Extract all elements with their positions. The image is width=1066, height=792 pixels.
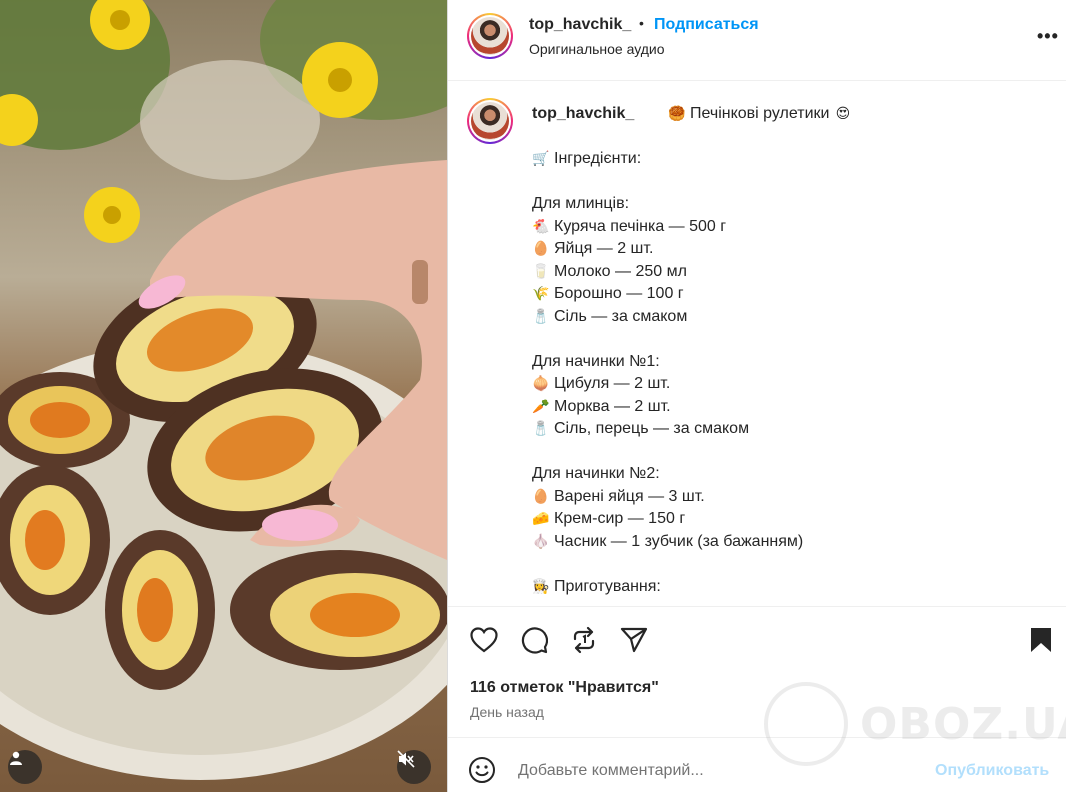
caption-line-text: Для начинки №1: [532,352,660,370]
caption-line: 🌾 Борошно — 100 г [532,283,1052,306]
repost-button[interactable] [568,624,600,656]
caption-line: 🧂 Сіль — за смаком [532,306,1052,329]
caption-line: Для начинки №1: [532,351,1052,374]
bookmark-icon [1031,628,1051,652]
caption-line: 🥕 Морква — 2 шт. [532,396,1052,419]
caption-line-text: Сіль — за смаком [554,307,688,325]
caption-line: Для начинки №2: [532,463,1052,486]
caption-line-text: Куряча печінка — 500 г [554,217,727,235]
heart-eyes-emoji-icon: 😍 [835,106,851,122]
caption-line-emoji-icon: 🛒 [532,151,550,167]
emoji-icon[interactable] [468,756,496,784]
caption-username[interactable]: top_havchik_ [532,105,634,123]
food-photo [0,0,447,792]
caption-avatar[interactable] [467,98,513,144]
caption-line [532,171,1052,194]
comment-input[interactable]: Добавьте комментарий... [518,762,704,780]
caption-line: 🥚 Яйця — 2 шт. [532,238,1052,261]
caption-line-text: Для млинців: [532,195,630,212]
caption-line-emoji-icon: 🧀 [532,511,550,527]
comment-bubble-icon [521,627,548,654]
caption-line-emoji-icon: 🧅 [532,376,550,392]
caption-line-emoji-icon: 🧄 [532,533,550,550]
audio-link[interactable]: Оригинальное аудио [529,41,665,57]
action-bar: 116 отметок "Нравится" День назад [448,606,1066,737]
caption-line-emoji-icon: 👩‍🍳 [532,578,550,595]
author-avatar[interactable] [467,13,513,59]
tagged-users-button[interactable] [8,750,42,784]
repost-icon [573,626,595,654]
caption-line-emoji-icon: 🥛 [532,263,550,280]
caption-line-text: Цибуля — 2 шт. [554,375,671,392]
caption-line: 🧀 Крем-сир — 150 г [532,508,1052,531]
caption-line-text: Часник — 1 зубчик (за бажанням) [554,532,804,550]
user-icon [10,751,22,765]
caption-line-emoji-icon: 🧂 [532,308,550,325]
caption-line-text: Приготування: [554,577,661,595]
post-date: День назад [470,704,544,720]
caption-line: Для млинців: [532,193,1052,216]
paper-plane-icon [620,627,648,653]
caption-line-text: Варені яйця — 3 шт. [554,487,705,505]
caption-line-text: Морква — 2 шт. [554,397,671,415]
post-media[interactable] [0,0,447,792]
caption-line-emoji-icon: 🌾 [532,286,550,302]
caption-line-emoji-icon: 🥚 [532,241,550,257]
caption-line-emoji-icon: 🥚 [532,488,550,505]
caption-line-text: Крем-сир — 150 г [554,510,686,527]
comment-bar: Добавьте комментарий... Опубликовать [448,737,1066,792]
more-options-icon[interactable]: ••• [1037,26,1059,47]
post-comment-button[interactable]: Опубликовать [935,762,1049,780]
speaker-muted-icon [397,750,415,768]
caption-line [532,441,1052,464]
caption-line-text: Яйця — 2 шт. [554,240,654,257]
caption-line: 👩‍🍳 Приготування: [532,576,1052,599]
caption-line-emoji-icon: 🐔 [532,218,550,235]
caption-line: 🧂 Сіль, перець — за смаком [532,418,1052,441]
post-header: top_havchik_ • Подписаться Оригинальное … [448,0,1066,81]
caption-line-emoji-icon: 🥕 [532,398,550,415]
caption-line-text: Молоко — 250 мл [554,262,687,280]
caption-line: 🥛 Молоко — 250 мл [532,261,1052,284]
caption-line-emoji-icon: 🧂 [532,421,550,437]
save-button[interactable] [1025,624,1057,656]
author-username[interactable]: top_havchik_ [529,16,631,34]
post-panel: top_havchik_ • Подписаться Оригинальное … [447,0,1066,792]
caption-text: 🛒 Інгредієнти: Для млинців: 🐔 Куряча печінка… [532,148,1052,598]
likes-count[interactable]: 116 отметок "Нравится" [470,679,659,697]
caption-line [532,553,1052,576]
share-button[interactable] [618,624,650,656]
comment-button[interactable] [518,624,550,656]
caption-line: 🛒 Інгредієнти: [532,148,1052,171]
like-button[interactable] [468,624,500,656]
mute-button[interactable] [397,750,431,784]
caption-line: 🧄 Часник — 1 зубчик (за бажанням) [532,531,1052,554]
separator-dot: • [639,15,644,31]
caption-line: 🥚 Варені яйця — 3 шт. [532,486,1052,509]
heart-icon [470,627,498,653]
caption-line-text: Для начинки №2: [532,465,660,482]
caption-area: top_havchik_ 🥮 Печінкові рулетики 😍 🛒 Інгр… [448,81,1066,606]
caption-line: 🐔 Куряча печінка — 500 г [532,216,1052,239]
caption-line-text: Сіль, перець — за смаком [554,420,750,437]
caption-line: 🧅 Цибуля — 2 шт. [532,373,1052,396]
caption-line-text: Борошно — 100 г [554,285,684,302]
follow-button[interactable]: Подписаться [654,16,759,34]
cake-emoji-icon: 🥮 [668,106,686,122]
caption-title: 🥮 Печінкові рулетики 😍 [668,105,856,123]
caption-line [532,328,1052,351]
caption-line-text: Інгредієнти: [554,150,642,167]
caption-title-text: Печінкові рулетики [690,105,830,122]
